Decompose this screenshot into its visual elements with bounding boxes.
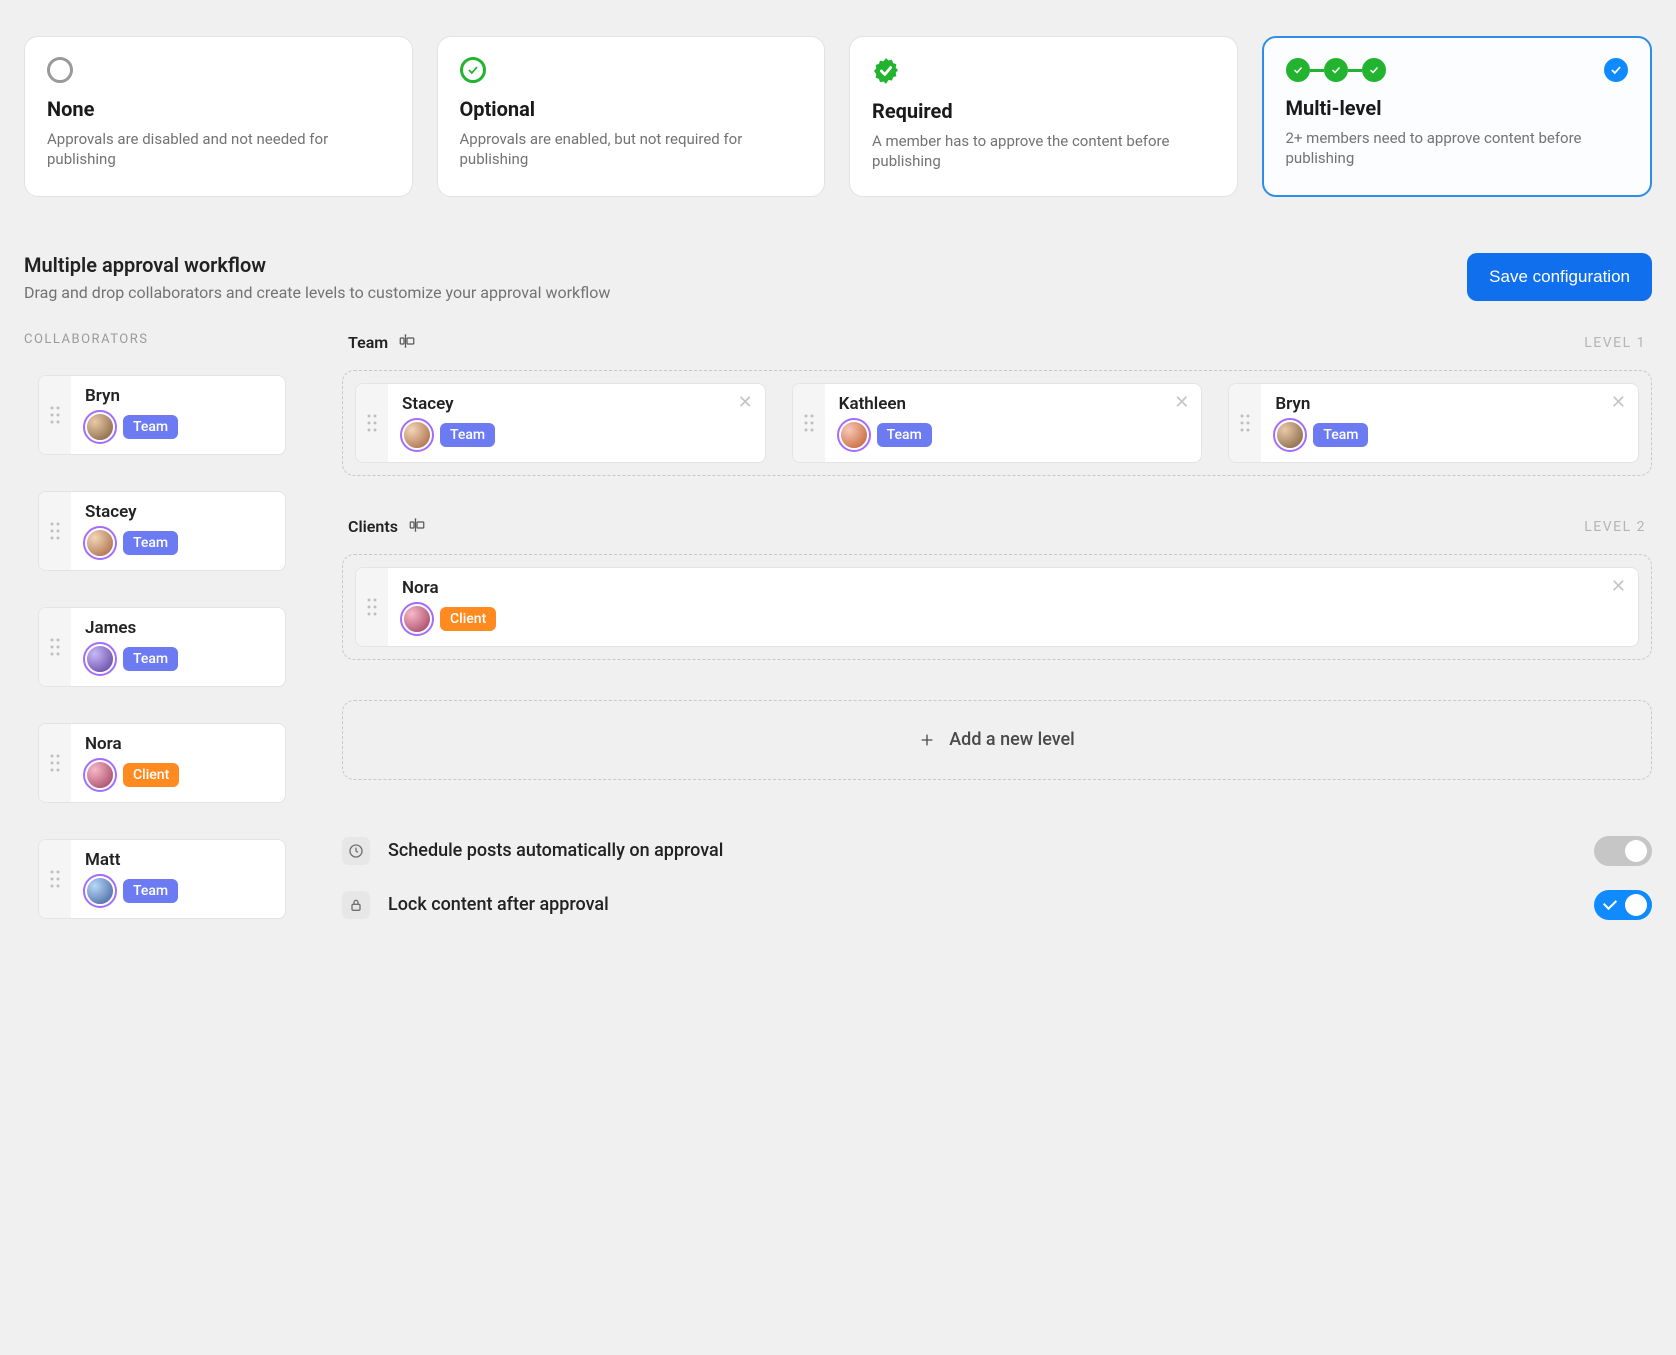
- avatar: [402, 420, 432, 450]
- optional-check-icon: [460, 57, 486, 83]
- levels-column: Team LEVEL 1 Stacey Team ✕ Kathleen Team…: [342, 332, 1652, 920]
- option-title: None: [47, 97, 390, 121]
- selected-badge-icon: [1604, 58, 1628, 82]
- remove-collaborator-icon[interactable]: ✕: [1174, 394, 1189, 412]
- level-number-label: LEVEL 2: [1584, 519, 1646, 535]
- option-title: Multi-level: [1286, 96, 1629, 120]
- workflow-subtitle: Drag and drop collaborators and create l…: [24, 283, 610, 302]
- collaborator-card[interactable]: Bryn Team: [38, 375, 286, 455]
- none-icon: [47, 57, 73, 83]
- collaborator-card[interactable]: Stacey Team ✕: [355, 383, 766, 463]
- option-desc: Approvals are disabled and not needed fo…: [47, 129, 390, 170]
- collaborator-name: Stacey: [402, 394, 751, 414]
- role-tag: Team: [123, 531, 178, 555]
- role-tag: Team: [123, 647, 178, 671]
- drag-handle-icon[interactable]: [356, 568, 388, 646]
- collaborator-name: Kathleen: [839, 394, 1188, 414]
- avatar: [85, 760, 115, 790]
- option-title: Required: [872, 99, 1215, 123]
- workflow-grid: COLLABORATORS Bryn Team Stacey Team: [24, 332, 1652, 920]
- level-number-label: LEVEL 1: [1584, 335, 1646, 351]
- required-seal-icon: [872, 57, 900, 85]
- option-desc: A member has to approve the content befo…: [872, 131, 1215, 172]
- option-desc: 2+ members need to approve content befor…: [1286, 128, 1629, 169]
- workflow-title: Multiple approval workflow: [24, 253, 610, 277]
- collaborator-card[interactable]: Stacey Team: [38, 491, 286, 571]
- lock-toggle[interactable]: [1594, 890, 1652, 920]
- multi-level-icon: [1286, 58, 1629, 82]
- avatar: [85, 644, 115, 674]
- collaborator-name: Nora: [85, 734, 271, 754]
- collaborator-card[interactable]: Nora Client: [38, 723, 286, 803]
- drag-handle-icon[interactable]: [39, 840, 71, 918]
- workflow-settings: Schedule posts automatically on approval…: [342, 836, 1652, 920]
- remove-collaborator-icon[interactable]: ✕: [738, 394, 753, 412]
- drag-handle-icon[interactable]: [39, 608, 71, 686]
- rename-level-icon[interactable]: [398, 332, 416, 354]
- option-optional[interactable]: Optional Approvals are enabled, but not …: [437, 36, 826, 197]
- avatar: [839, 420, 869, 450]
- clock-icon: [342, 837, 370, 865]
- approval-mode-options: None Approvals are disabled and not need…: [24, 36, 1652, 197]
- lock-icon: [342, 891, 370, 919]
- collaborator-name: Nora: [402, 578, 1624, 598]
- level-name[interactable]: Team: [348, 332, 416, 354]
- drag-handle-icon[interactable]: [1229, 384, 1261, 462]
- level-name[interactable]: Clients: [348, 516, 426, 538]
- collaborator-name: James: [85, 618, 271, 638]
- drag-handle-icon[interactable]: [39, 492, 71, 570]
- setting-label: Schedule posts automatically on approval: [388, 840, 723, 861]
- avatar: [85, 412, 115, 442]
- collaborator-card[interactable]: Bryn Team ✕: [1228, 383, 1639, 463]
- level-dropzone[interactable]: Nora Client ✕: [342, 554, 1652, 660]
- add-level-label: Add a new level: [949, 729, 1075, 750]
- remove-collaborator-icon[interactable]: ✕: [1611, 578, 1626, 596]
- level-dropzone[interactable]: Stacey Team ✕ Kathleen Team ✕ Bryn T: [342, 370, 1652, 476]
- role-tag: Team: [123, 879, 178, 903]
- setting-lock: Lock content after approval: [342, 890, 1652, 920]
- role-tag: Team: [440, 423, 495, 447]
- avatar: [402, 604, 432, 634]
- drag-handle-icon[interactable]: [356, 384, 388, 462]
- collaborators-sidebar: COLLABORATORS Bryn Team Stacey Team: [24, 332, 286, 919]
- collaborator-card[interactable]: Nora Client ✕: [355, 567, 1639, 647]
- collaborator-name: Bryn: [1275, 394, 1624, 414]
- add-level-button[interactable]: Add a new level: [342, 700, 1652, 780]
- rename-level-icon[interactable]: [408, 516, 426, 538]
- collaborator-card[interactable]: Matt Team: [38, 839, 286, 919]
- collaborator-name: Bryn: [85, 386, 271, 406]
- collaborator-name: Matt: [85, 850, 271, 870]
- option-desc: Approvals are enabled, but not required …: [460, 129, 803, 170]
- role-tag: Client: [440, 607, 496, 631]
- avatar: [85, 528, 115, 558]
- approval-level: Team LEVEL 1 Stacey Team ✕ Kathleen Team…: [342, 332, 1652, 476]
- schedule-toggle[interactable]: [1594, 836, 1652, 866]
- setting-label: Lock content after approval: [388, 894, 609, 915]
- collaborator-card[interactable]: Kathleen Team ✕: [792, 383, 1203, 463]
- remove-collaborator-icon[interactable]: ✕: [1611, 394, 1626, 412]
- avatar: [85, 876, 115, 906]
- drag-handle-icon[interactable]: [39, 724, 71, 802]
- setting-schedule: Schedule posts automatically on approval: [342, 836, 1652, 866]
- option-multi-level[interactable]: Multi-level 2+ members need to approve c…: [1262, 36, 1653, 197]
- option-required[interactable]: Required A member has to approve the con…: [849, 36, 1238, 197]
- avatar: [1275, 420, 1305, 450]
- option-none[interactable]: None Approvals are disabled and not need…: [24, 36, 413, 197]
- role-tag: Team: [123, 415, 178, 439]
- collaborators-heading: COLLABORATORS: [24, 332, 286, 347]
- role-tag: Team: [877, 423, 932, 447]
- collaborator-card[interactable]: James Team: [38, 607, 286, 687]
- role-tag: Client: [123, 763, 179, 787]
- drag-handle-icon[interactable]: [39, 376, 71, 454]
- drag-handle-icon[interactable]: [793, 384, 825, 462]
- approval-level: Clients LEVEL 2 Nora Client ✕: [342, 516, 1652, 660]
- collaborator-name: Stacey: [85, 502, 271, 522]
- workflow-header: Multiple approval workflow Drag and drop…: [24, 253, 1652, 302]
- option-title: Optional: [460, 97, 803, 121]
- save-configuration-button[interactable]: Save configuration: [1467, 253, 1652, 301]
- role-tag: Team: [1313, 423, 1368, 447]
